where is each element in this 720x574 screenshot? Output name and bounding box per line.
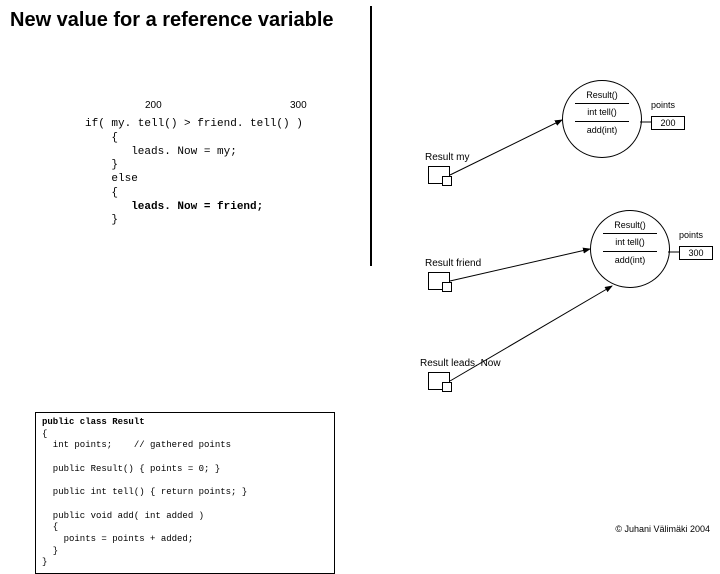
footer-copyright: © Juhani Välimäki 2004 — [615, 524, 710, 534]
label-300: 300 — [290, 100, 307, 111]
var-friend-subbox — [442, 282, 452, 292]
var-leadsnow-label: Result leads. Now — [420, 358, 501, 369]
object-my-ellipse: Result() int tell() add(int) — [562, 80, 642, 158]
points-value-2: 300 — [679, 246, 713, 260]
class-definition-box: public class Result{ int points; // gath… — [35, 412, 335, 574]
obj-ctor-2: Result() — [614, 218, 646, 232]
obj-tell: int tell() — [587, 105, 617, 119]
obj-ctor: Result() — [586, 88, 618, 102]
points-label-2: points — [679, 230, 703, 240]
object-friend-ellipse: Result() int tell() add(int) — [590, 210, 670, 288]
points-label-1: points — [651, 100, 675, 110]
obj-tell-2: int tell() — [615, 235, 645, 249]
obj-add: add(int) — [587, 123, 618, 137]
var-leadsnow-subbox — [442, 382, 452, 392]
obj-add-2: add(int) — [615, 253, 646, 267]
var-friend-label: Result friend — [425, 258, 481, 269]
var-my-subbox — [442, 176, 452, 186]
label-200: 200 — [145, 100, 162, 111]
vertical-divider — [370, 6, 372, 266]
code-if-block: if( my. tell() > friend. tell() ) { lead… — [85, 118, 303, 228]
page-title: New value for a reference variable — [10, 8, 334, 32]
var-my-label: Result my — [425, 152, 469, 163]
points-value-1: 200 — [651, 116, 685, 130]
